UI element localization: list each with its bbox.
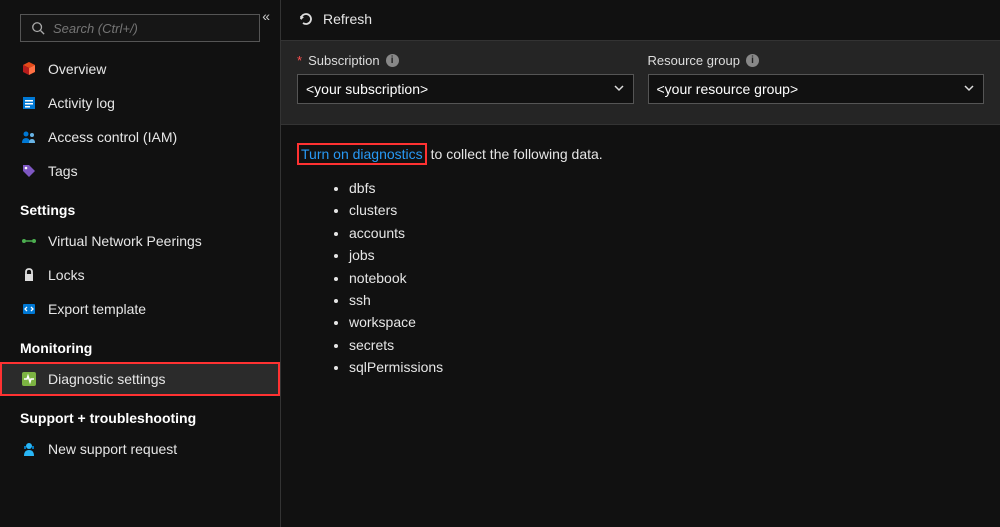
nav-label: Tags [48, 163, 78, 179]
content-area: Turn on diagnostics to collect the follo… [281, 125, 1000, 397]
list-item: ssh [349, 289, 984, 311]
access-control-icon [20, 128, 38, 146]
search-box[interactable] [20, 14, 260, 42]
nav-label: Access control (IAM) [48, 129, 177, 145]
diagnostics-data-list: dbfs clusters accounts jobs notebook ssh… [297, 177, 984, 379]
diagnostic-icon [20, 370, 38, 388]
nav-locks[interactable]: Locks [0, 258, 280, 292]
refresh-icon[interactable] [297, 10, 315, 28]
filter-bar: * Subscription i <your subscription> Res… [281, 40, 1000, 125]
list-item: jobs [349, 244, 984, 266]
section-support: Support + troubleshooting [0, 396, 280, 432]
required-star-icon: * [297, 53, 302, 68]
nav-label: Locks [48, 267, 85, 283]
nav-label: Overview [48, 61, 106, 77]
dropdown-value: <your resource group> [657, 81, 799, 97]
nav-label: Diagnostic settings [48, 371, 166, 387]
section-monitoring: Monitoring [0, 326, 280, 362]
nav-label: New support request [48, 441, 177, 457]
search-icon [29, 19, 47, 37]
info-icon[interactable]: i [386, 54, 399, 67]
search-input[interactable] [53, 21, 251, 36]
diagnostics-suffix-text: to collect the following data. [431, 146, 603, 162]
nav-overview[interactable]: Overview [0, 52, 280, 86]
nav-new-support-request[interactable]: New support request [0, 432, 280, 466]
nav-activity-log[interactable]: Activity log [0, 86, 280, 120]
list-item: workspace [349, 311, 984, 333]
list-item: sqlPermissions [349, 356, 984, 378]
lock-icon [20, 266, 38, 284]
export-template-icon [20, 300, 38, 318]
main-panel: Refresh * Subscription i <your subscript… [281, 0, 1000, 527]
collapse-sidebar-icon[interactable]: « [262, 8, 270, 24]
subscription-label: * Subscription i [297, 53, 634, 68]
tag-icon [20, 162, 38, 180]
turn-on-diagnostics-link[interactable]: Turn on diagnostics [297, 143, 427, 165]
toolbar: Refresh [281, 0, 1000, 40]
list-item: accounts [349, 222, 984, 244]
list-item: clusters [349, 199, 984, 221]
overview-icon [20, 60, 38, 78]
support-icon [20, 440, 38, 458]
diagnostics-prompt: Turn on diagnostics to collect the follo… [297, 143, 984, 165]
resource-group-dropdown[interactable]: <your resource group> [648, 74, 985, 104]
nav-access-control[interactable]: Access control (IAM) [0, 120, 280, 154]
nav-vnet-peerings[interactable]: Virtual Network Peerings [0, 224, 280, 258]
chevron-down-icon [613, 81, 625, 97]
activity-log-icon [20, 94, 38, 112]
label-text: Subscription [308, 53, 380, 68]
subscription-dropdown[interactable]: <your subscription> [297, 74, 634, 104]
search-container [20, 14, 260, 42]
list-item: notebook [349, 267, 984, 289]
sidebar: « Overview Activity log Access control (… [0, 0, 281, 527]
list-item: dbfs [349, 177, 984, 199]
vnet-icon [20, 232, 38, 250]
refresh-button[interactable]: Refresh [323, 11, 372, 27]
nav-tags[interactable]: Tags [0, 154, 280, 188]
nav-label: Activity log [48, 95, 115, 111]
resource-group-label: Resource group i [648, 53, 985, 68]
label-text: Resource group [648, 53, 741, 68]
nav-label: Virtual Network Peerings [48, 233, 202, 249]
dropdown-value: <your subscription> [306, 81, 428, 97]
resource-group-filter: Resource group i <your resource group> [648, 53, 985, 104]
list-item: secrets [349, 334, 984, 356]
chevron-down-icon [963, 81, 975, 97]
info-icon[interactable]: i [746, 54, 759, 67]
nav-label: Export template [48, 301, 146, 317]
section-settings: Settings [0, 188, 280, 224]
nav-export-template[interactable]: Export template [0, 292, 280, 326]
nav-diagnostic-settings[interactable]: Diagnostic settings [0, 362, 280, 396]
subscription-filter: * Subscription i <your subscription> [297, 53, 634, 104]
